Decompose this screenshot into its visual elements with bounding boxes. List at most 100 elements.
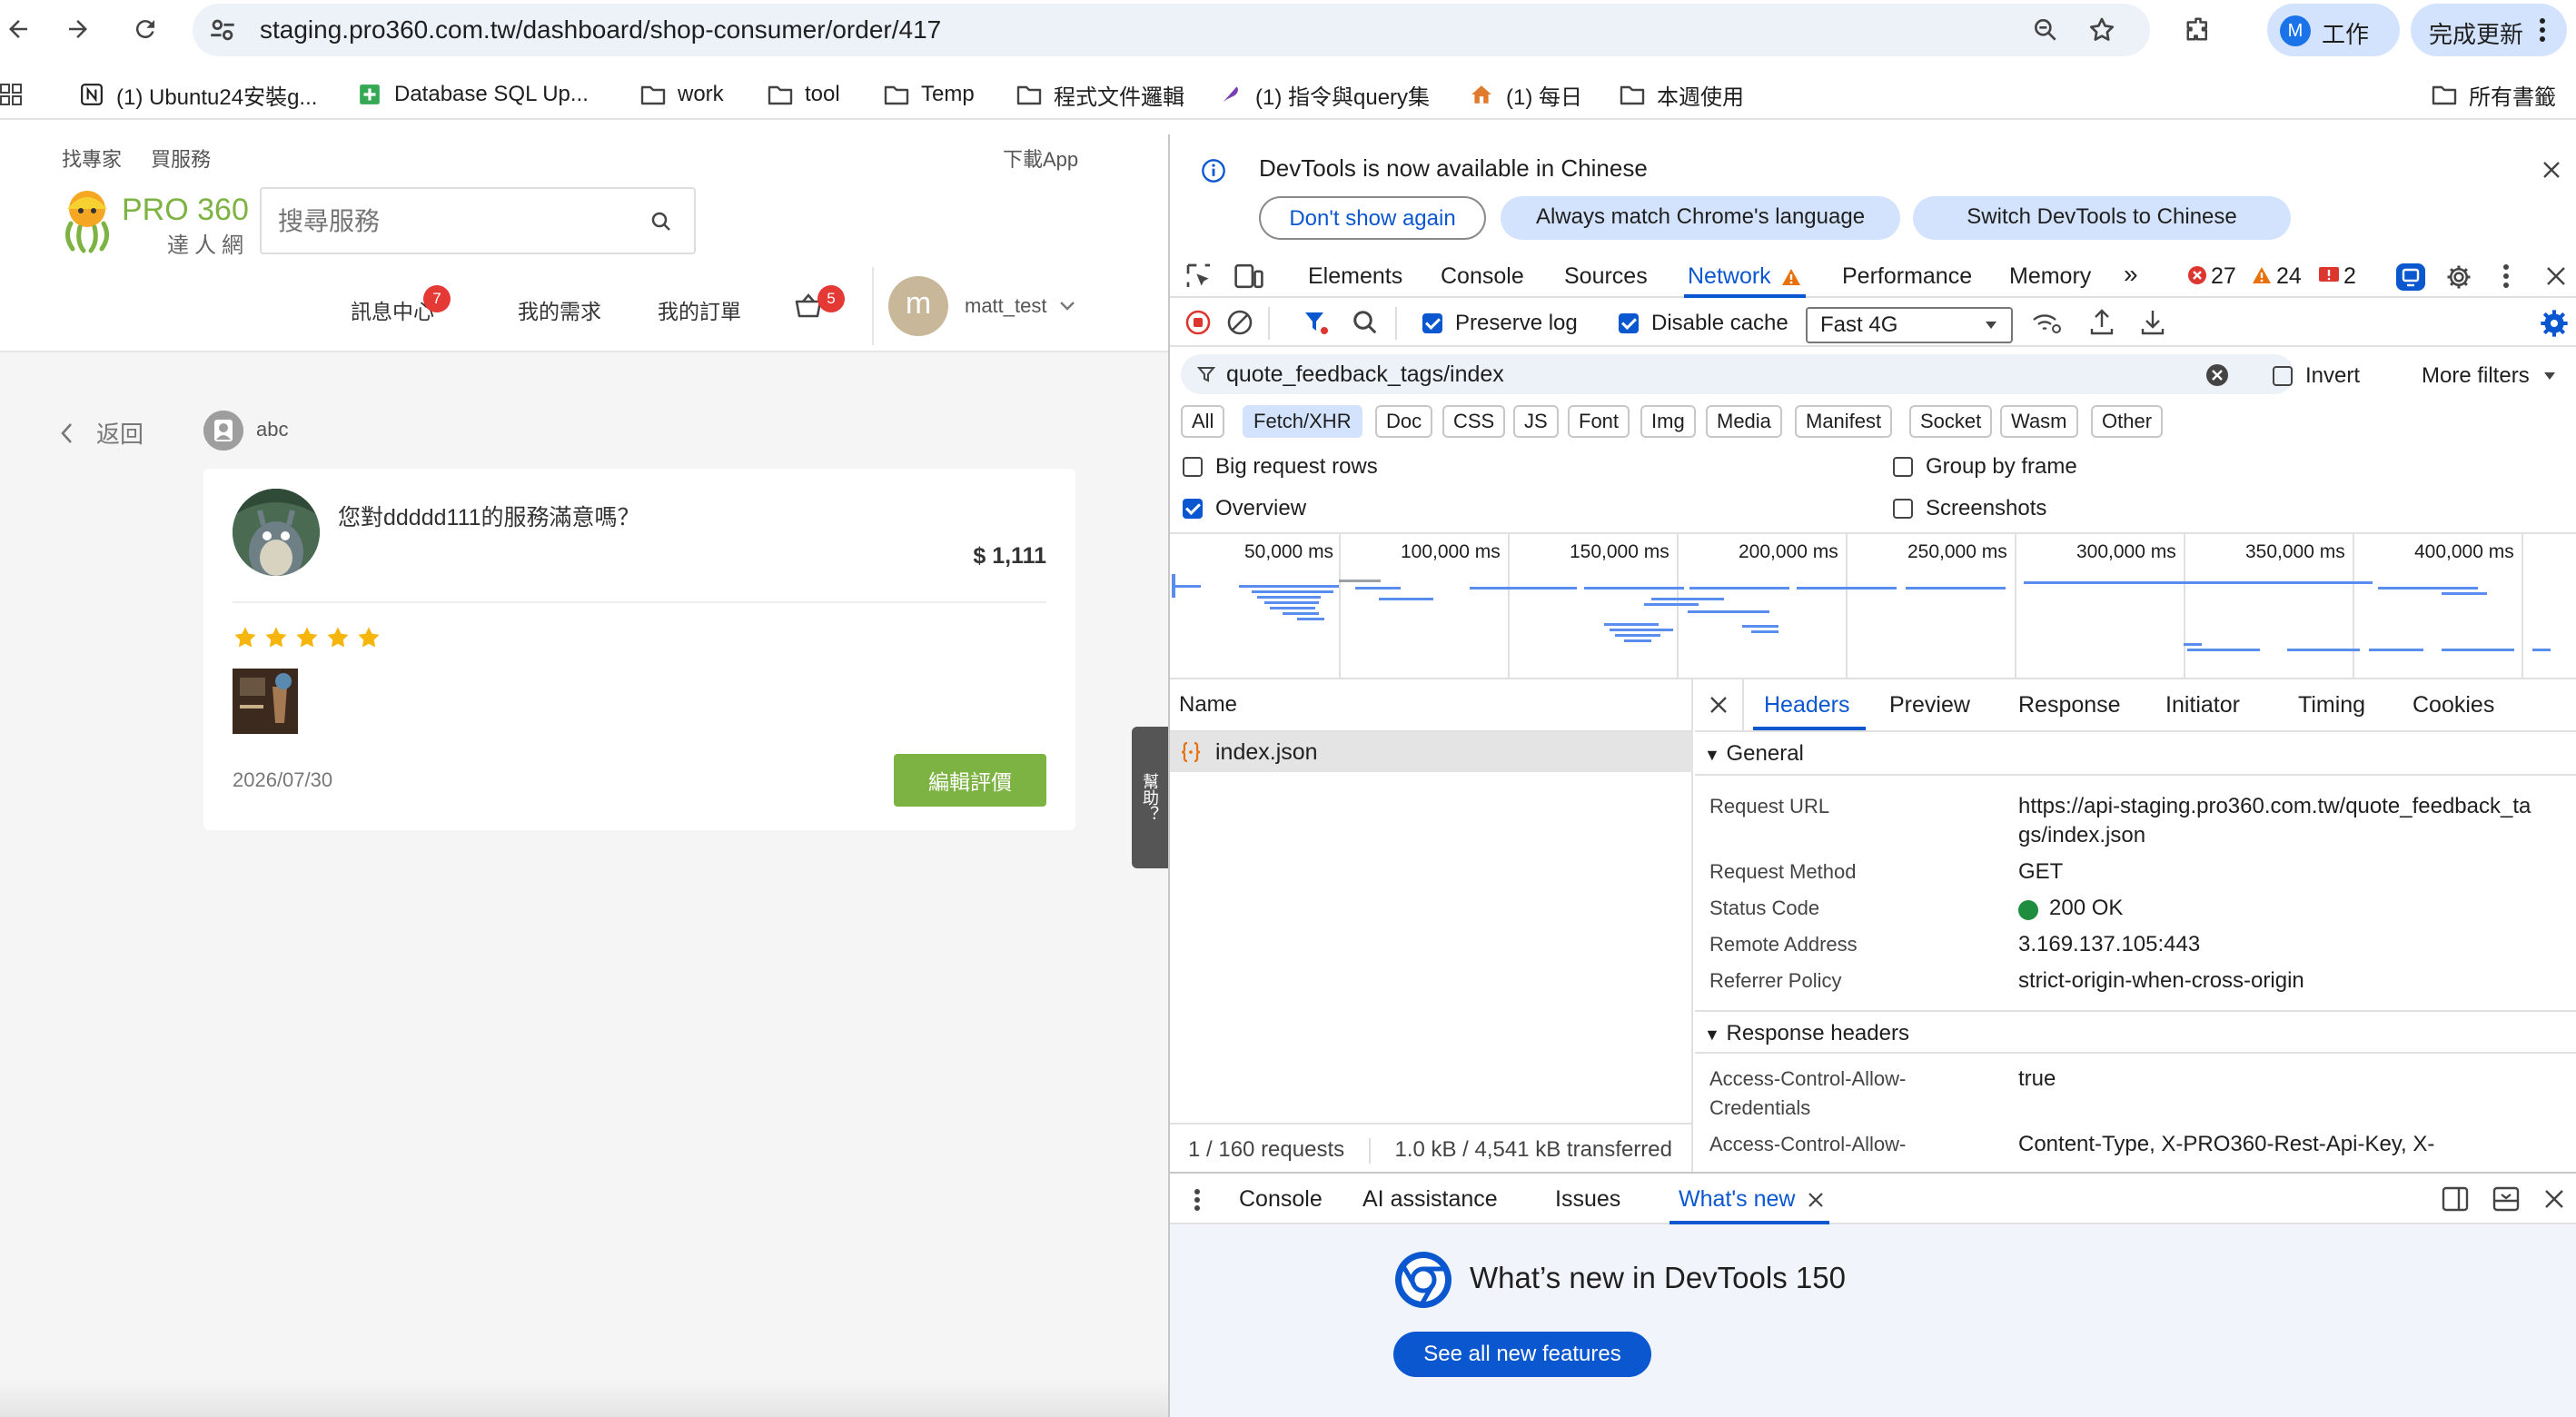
reload-icon[interactable] (127, 11, 163, 47)
type-filter-font[interactable]: Font (1568, 405, 1630, 438)
drawer-tab-whats-new[interactable]: What's new (1679, 1186, 1795, 1213)
type-filter-wasm[interactable]: Wasm (2000, 405, 2078, 438)
detail-tab-timing[interactable]: Timing (2298, 692, 2365, 718)
extensions-icon[interactable] (2180, 11, 2216, 47)
always-match-language-button[interactable]: Always match Chrome's language (1501, 196, 1900, 240)
disable-cache-checkbox[interactable]: Disable cache (1619, 311, 1788, 336)
group-by-frame-checkbox[interactable]: Group by frame (1893, 454, 2077, 480)
all-bookmarks-folder[interactable]: 所有書籤 (2431, 80, 2556, 110)
close-tab-icon[interactable] (1808, 1192, 1824, 1208)
device-toolbar-icon[interactable] (1234, 262, 1264, 291)
general-section-header[interactable]: ▼ General (1695, 732, 2576, 776)
drawer-tab-issues[interactable]: Issues (1555, 1186, 1620, 1213)
stop-recording-icon[interactable] (1184, 309, 1212, 336)
nav-my-needs[interactable]: 我的需求 (518, 294, 601, 325)
tab-sources[interactable]: Sources (1564, 263, 1648, 290)
dock-side-icon[interactable] (2442, 1186, 2469, 1212)
detail-tab-initiator[interactable]: Initiator (2165, 692, 2240, 718)
request-row[interactable]: index.json (1170, 732, 1693, 772)
find-expert-link[interactable]: 找專家 (62, 144, 122, 173)
drawer-tab-console[interactable]: Console (1239, 1186, 1323, 1213)
type-filter-fetch-xhr[interactable]: Fetch/XHR (1243, 405, 1362, 438)
close-drawer-icon[interactable] (2543, 1188, 2565, 1210)
detail-tab-headers[interactable]: Headers (1764, 692, 1850, 718)
import-har-icon[interactable] (2089, 307, 2115, 336)
more-tabs-chevron-icon[interactable]: » (2124, 260, 2138, 289)
overview-checkbox[interactable]: Overview (1183, 496, 1306, 521)
bookmark-item[interactable]: (1) 每日 (1468, 80, 1582, 110)
bookmark-folder[interactable]: work (639, 80, 724, 109)
type-filter-css[interactable]: CSS (1442, 405, 1506, 438)
edit-review-button[interactable]: 編輯評價 (894, 754, 1046, 807)
bookmark-folder[interactable]: Temp (883, 80, 975, 109)
chevron-down-icon[interactable] (1059, 300, 1075, 312)
bookmark-item[interactable]: (1) 指令與query集 (1217, 80, 1430, 110)
profile-button[interactable]: M 工作 (2267, 4, 2400, 56)
close-devtools-icon[interactable] (2545, 265, 2567, 287)
filter-input-value[interactable]: quote_feedback_tags/index (1226, 362, 1504, 388)
back-link[interactable]: 返回 (58, 416, 144, 450)
tab-console[interactable]: Console (1441, 263, 1524, 290)
type-filter-js[interactable]: JS (1513, 405, 1559, 438)
type-filter-manifest[interactable]: Manifest (1795, 405, 1893, 438)
close-detail-icon[interactable] (1709, 696, 1728, 714)
network-filter-bar[interactable]: quote_feedback_tags/index (1181, 354, 2294, 394)
type-filter-media[interactable]: Media (1706, 405, 1782, 438)
warning-count[interactable]: 24 (2276, 263, 2302, 290)
type-filter-img[interactable]: Img (1640, 405, 1696, 438)
tab-performance[interactable]: Performance (1842, 263, 1972, 290)
update-button[interactable]: 完成更新 (2411, 4, 2567, 56)
buy-service-link[interactable]: 買服務 (151, 144, 211, 173)
response-headers-section-header[interactable]: ▼ Response headers (1695, 1010, 2576, 1054)
close-icon[interactable] (2541, 160, 2561, 180)
dock-bottom-icon[interactable] (2492, 1186, 2520, 1212)
help-tab[interactable]: 幫助？ (1132, 727, 1168, 868)
invert-checkbox[interactable]: Invert (2273, 363, 2360, 389)
service-search-input[interactable] (278, 203, 623, 240)
address-bar[interactable]: staging.pro360.com.tw/dashboard/shop-con… (193, 4, 2150, 56)
big-request-rows-checkbox[interactable]: Big request rows (1183, 454, 1378, 480)
settings-gear-icon[interactable] (2445, 263, 2472, 291)
type-filter-doc[interactable]: Doc (1375, 405, 1433, 438)
network-settings-gear-icon[interactable] (2540, 309, 2569, 338)
ai-assistant-icon[interactable] (2394, 262, 2427, 292)
forward-arrow-icon[interactable] (60, 11, 96, 47)
detail-tab-response[interactable]: Response (2018, 692, 2121, 718)
switch-to-chinese-button[interactable]: Switch DevTools to Chinese (1913, 196, 2291, 240)
detail-tab-preview[interactable]: Preview (1889, 692, 1970, 718)
search-icon[interactable] (650, 211, 672, 233)
throttling-select[interactable]: Fast 4G (1806, 307, 2013, 343)
type-filter-all[interactable]: All (1181, 405, 1225, 438)
screenshots-checkbox[interactable]: Screenshots (1893, 496, 2046, 521)
apps-grid-icon[interactable] (0, 80, 22, 109)
type-filter-other[interactable]: Other (2091, 405, 2164, 438)
preserve-log-checkbox[interactable]: Preserve log (1422, 311, 1578, 336)
zoom-icon[interactable] (2031, 15, 2060, 45)
bookmark-folder[interactable]: 程式文件邏輯 (1016, 80, 1184, 110)
dont-show-again-button[interactable]: Don't show again (1259, 196, 1486, 240)
pro360-logo[interactable]: PRO 360 達人網 (58, 182, 249, 258)
back-arrow-icon[interactable] (0, 11, 36, 47)
issue-count[interactable]: 2 (2343, 263, 2356, 290)
see-all-features-button[interactable]: See all new features (1393, 1332, 1651, 1377)
filter-funnel-icon[interactable] (1303, 309, 1330, 336)
address-url[interactable]: staging.pro360.com.tw/dashboard/shop-con… (260, 15, 941, 45)
network-overview-timeline[interactable]: 50,000 ms 100,000 ms 150,000 ms 200,000 … (1170, 532, 2576, 679)
inspect-element-icon[interactable] (1184, 262, 1214, 291)
tab-memory[interactable]: Memory (2009, 263, 2091, 290)
type-filter-socket[interactable]: Socket (1909, 405, 1993, 438)
drawer-tab-ai-assistance[interactable]: AI assistance (1362, 1186, 1498, 1213)
nav-messages[interactable]: 訊息中心 (351, 294, 434, 325)
username-label[interactable]: matt_test (965, 294, 1046, 318)
tab-network[interactable]: Network (1688, 263, 1771, 290)
bookmark-item[interactable]: (1) Ubuntu24安裝g... (78, 80, 317, 110)
more-options-icon[interactable] (2502, 263, 2511, 289)
tab-elements[interactable]: Elements (1308, 263, 1402, 290)
more-filters-dropdown[interactable]: More filters (2422, 363, 2557, 389)
drawer-menu-icon[interactable] (1194, 1188, 1201, 1212)
clear-filter-icon[interactable] (2205, 363, 2229, 387)
bookmark-folder[interactable]: 本週使用 (1619, 80, 1744, 110)
network-conditions-icon[interactable] (2031, 309, 2062, 336)
search-icon[interactable] (1352, 309, 1379, 336)
review-photo-thumbnail[interactable] (233, 669, 298, 734)
